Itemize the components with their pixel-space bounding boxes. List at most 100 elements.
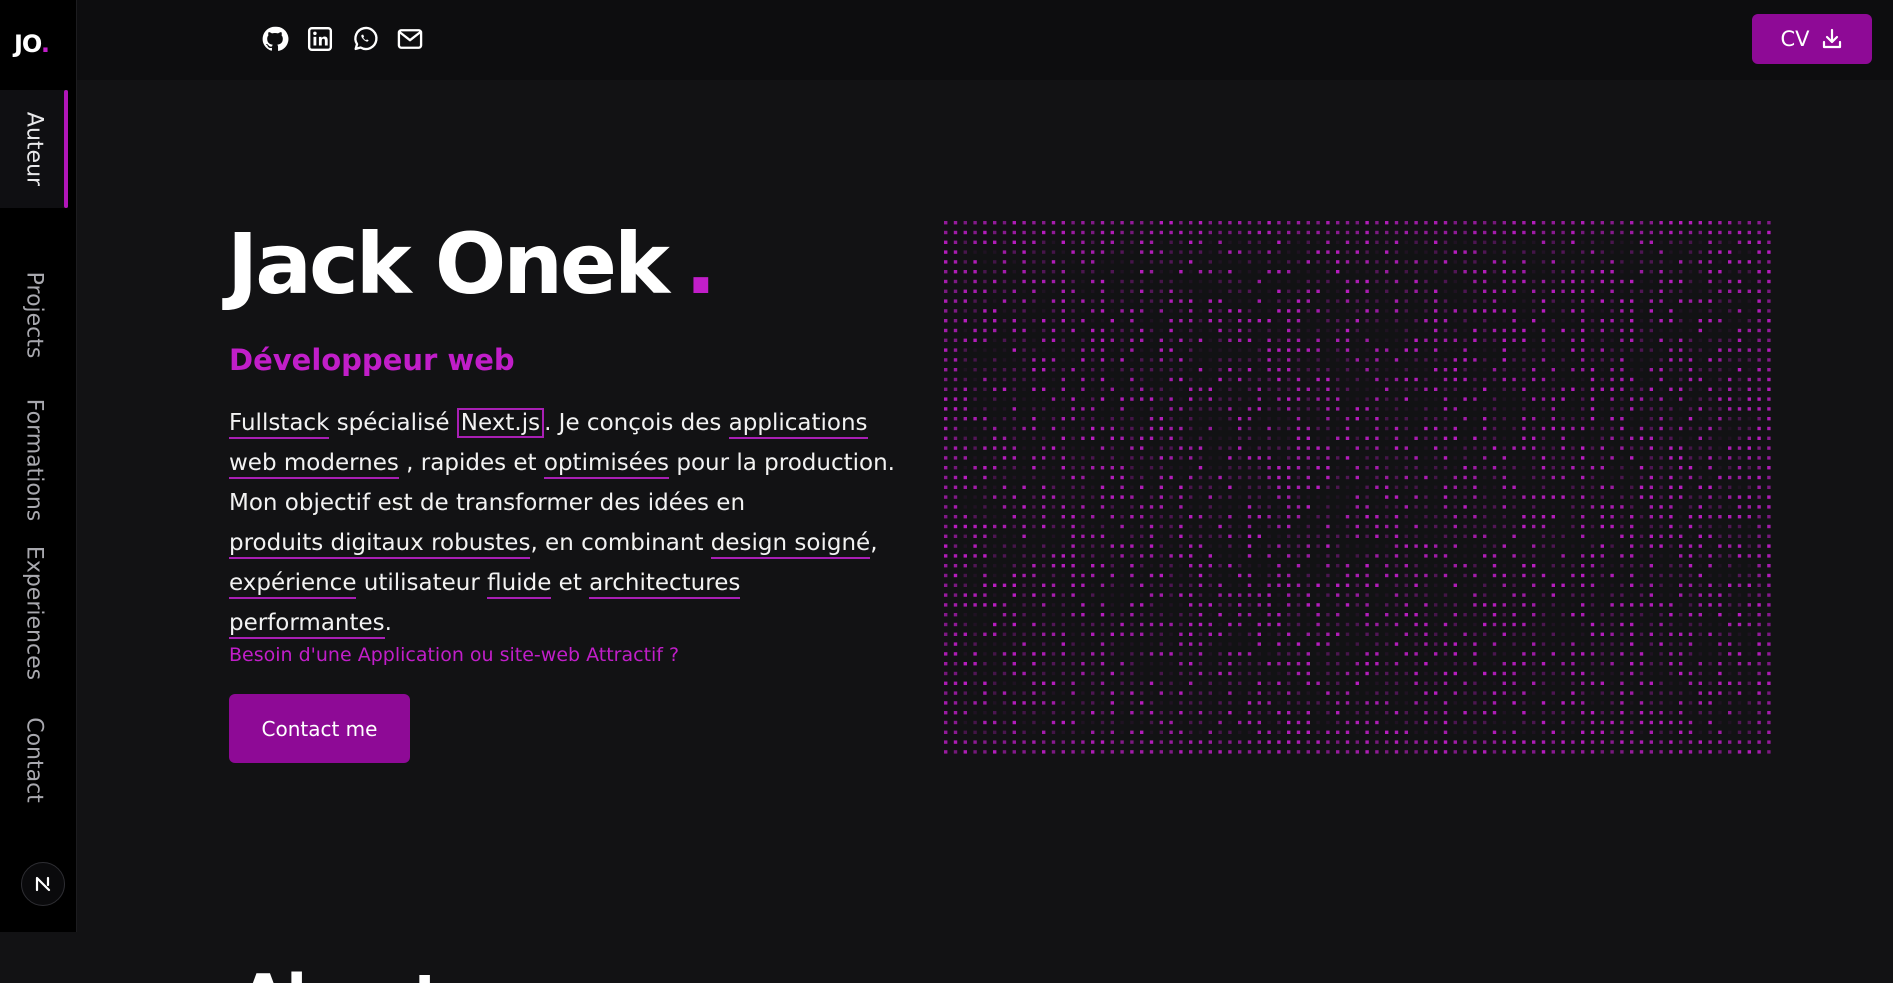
grid-dot <box>1355 711 1359 715</box>
grid-dot <box>993 240 997 244</box>
grid-dot <box>1532 495 1536 499</box>
grid-dot <box>1287 573 1291 578</box>
grid-dot <box>973 613 977 617</box>
grid-dot <box>1257 642 1261 646</box>
grid-dot <box>1453 691 1457 695</box>
hero-tagline-link[interactable]: Besoin d'une Application ou site-web Att… <box>229 644 679 666</box>
grid-dot <box>1002 662 1007 666</box>
grid-dot <box>1757 632 1761 636</box>
grid-dot <box>1561 652 1565 656</box>
grid-dot <box>1081 505 1085 509</box>
grid-dot <box>1100 230 1105 235</box>
sidebar-item-contact[interactable]: Contact <box>0 705 68 815</box>
grid-dot <box>1424 662 1428 666</box>
grid-dot <box>1581 554 1585 558</box>
grid-dot <box>1022 338 1026 342</box>
grid-dot <box>1551 446 1555 450</box>
grid-dot <box>1159 358 1163 362</box>
grid-dot <box>1257 426 1261 431</box>
grid-dot <box>1061 377 1065 382</box>
grid-dot <box>1071 701 1075 705</box>
grid-dot <box>1071 554 1075 558</box>
grid-dot <box>1590 299 1595 303</box>
grid-dot <box>1228 681 1232 685</box>
grid-dot <box>1345 436 1350 440</box>
linkedin-link[interactable] <box>305 24 335 54</box>
grid-dot <box>1365 711 1369 715</box>
grid-dot <box>1679 554 1683 558</box>
grid-dot <box>1532 436 1536 440</box>
mail-link[interactable] <box>395 24 425 54</box>
grid-dot <box>1100 417 1105 421</box>
grid-dot <box>1532 279 1536 284</box>
logo[interactable]: JO. <box>14 30 50 58</box>
grid-dot <box>1022 711 1026 715</box>
grid-dot <box>1149 564 1154 568</box>
grid-dot <box>963 544 967 548</box>
grid-dot <box>1512 642 1516 646</box>
grid-dot <box>1698 564 1702 568</box>
grid-dot <box>1708 515 1712 519</box>
grid-dot <box>1708 524 1712 529</box>
grid-dot <box>1728 730 1732 734</box>
grid-dot <box>1179 671 1183 676</box>
grid-dot <box>1473 446 1477 450</box>
grid-dot <box>1571 475 1575 480</box>
grid-dot <box>1012 426 1016 431</box>
cv-download-button[interactable]: CV <box>1752 14 1872 64</box>
grid-dot <box>1345 720 1350 725</box>
grid-dot <box>1140 348 1144 352</box>
grid-dot <box>1091 436 1095 440</box>
grid-dot <box>1463 250 1467 254</box>
grid-dot <box>1424 368 1428 372</box>
sidebar-item-projects[interactable]: Projects <box>0 250 68 380</box>
grid-dot <box>1110 328 1114 333</box>
grid-dot <box>1081 417 1085 421</box>
grid-dot <box>1198 436 1203 440</box>
grid-dot <box>1551 671 1555 676</box>
grid-dot <box>1551 270 1555 274</box>
grid-dot <box>1737 221 1742 225</box>
grid-dot <box>1424 309 1428 313</box>
grid-dot <box>1649 446 1653 450</box>
grid-dot <box>1375 632 1379 636</box>
grid-dot <box>1728 515 1732 519</box>
contact-me-button[interactable]: Contact me <box>229 694 410 763</box>
grid-dot <box>1561 309 1565 313</box>
grid-dot <box>1032 642 1036 646</box>
theme-toggle-button[interactable] <box>21 862 65 906</box>
grid-dot <box>1277 652 1281 656</box>
grid-dot <box>1600 299 1604 303</box>
whatsapp-link[interactable] <box>350 24 380 54</box>
grid-dot <box>1443 230 1448 235</box>
grid-dot <box>1492 466 1497 470</box>
sidebar-item-experiences[interactable]: Experiences <box>0 535 68 690</box>
grid-dot <box>1404 603 1408 607</box>
grid-dot <box>1385 691 1389 695</box>
grid-dot <box>1140 505 1144 509</box>
grid-dot <box>1355 426 1359 431</box>
grid-dot <box>1679 583 1683 587</box>
grid-dot <box>1385 495 1389 499</box>
grid-dot <box>1512 603 1516 607</box>
grid-dot <box>1473 240 1477 244</box>
grid-dot <box>1610 622 1614 627</box>
github-link[interactable] <box>260 24 290 54</box>
sidebar-item-formations[interactable]: Formations <box>0 385 68 535</box>
grid-dot <box>1728 426 1732 431</box>
grid-dot <box>1747 642 1751 646</box>
grid-dot <box>1091 475 1095 480</box>
grid-dot <box>1208 289 1212 293</box>
grid-dot <box>1414 407 1418 411</box>
grid-dot <box>1571 603 1575 607</box>
grid-dot <box>1159 279 1163 284</box>
grid-dot <box>1571 524 1575 529</box>
grid-dot <box>993 573 997 578</box>
grid-dot <box>1140 407 1144 411</box>
hero-subtitle: Développeur web <box>229 343 515 377</box>
grid-dot <box>1120 505 1124 509</box>
grid-dot <box>1169 270 1173 274</box>
grid-dot <box>1737 544 1742 548</box>
sidebar-item-auteur[interactable]: Auteur <box>0 90 68 208</box>
grid-dot <box>1306 368 1310 372</box>
